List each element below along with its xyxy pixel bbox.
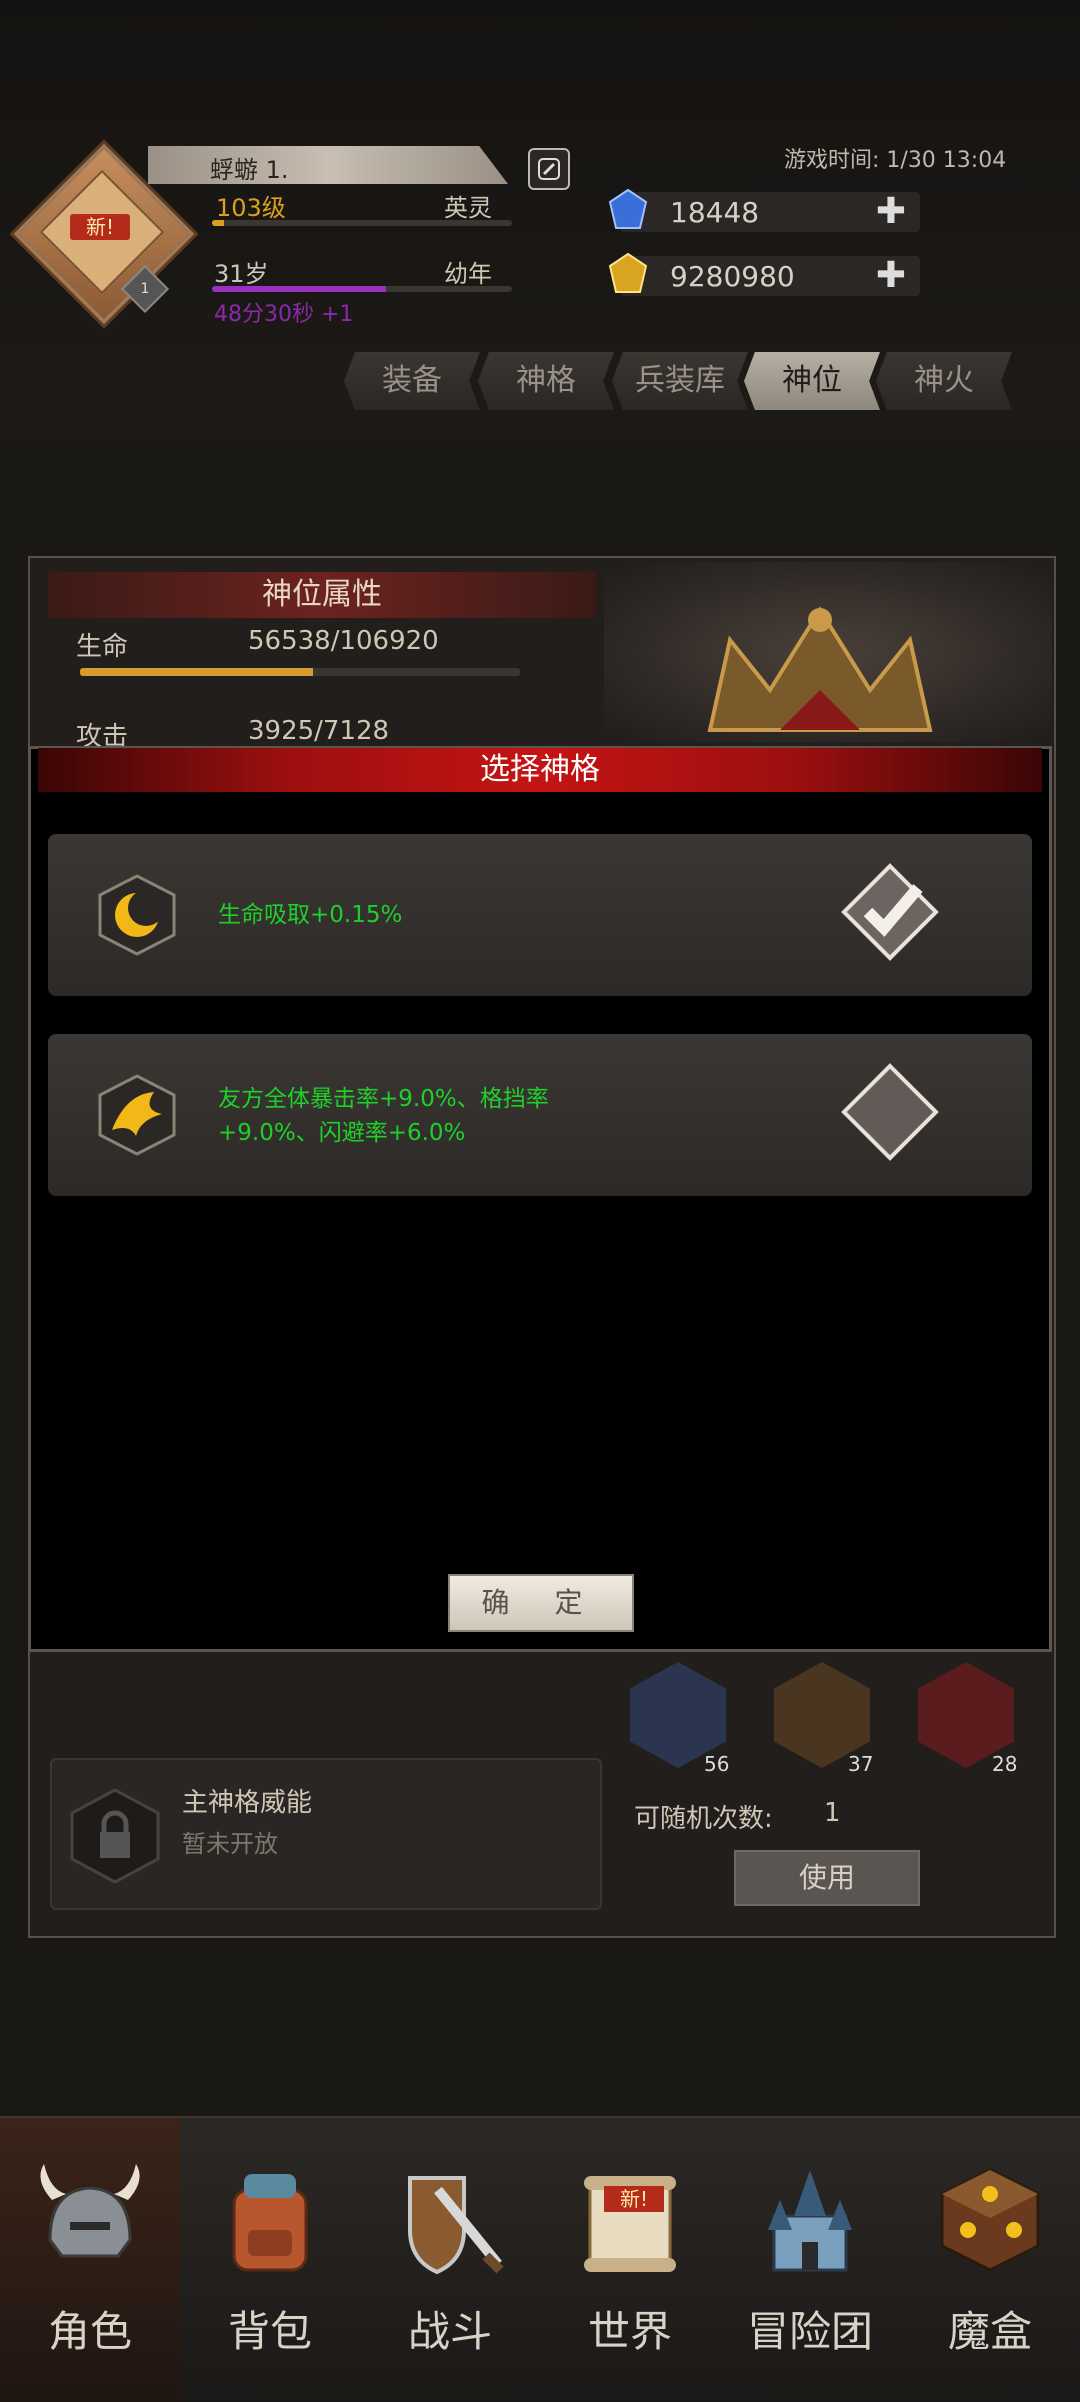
lock-title: 主神格威能 (182, 1788, 313, 1818)
crescent-moon-icon (98, 874, 176, 956)
level-progress-bar (212, 220, 512, 226)
option-2-text-line2: +9.0%、闪避率+6.0% (218, 1120, 466, 1146)
scroll-map-icon (584, 2176, 676, 2272)
confirm-button[interactable]: 确 定 (448, 1574, 634, 1632)
age-progress-bar (212, 286, 512, 292)
age-timer: 48分30秒 +1 (214, 302, 354, 327)
tab-god-seat[interactable]: 神位 (744, 352, 880, 410)
player-name: 蜉蝣 1. (210, 156, 289, 184)
nav-battle[interactable]: 战斗 (360, 2118, 540, 2402)
random-label: 可随机次数: (634, 1804, 773, 1834)
use-button[interactable]: 使用 (734, 1850, 920, 1906)
edit-icon[interactable] (528, 148, 570, 190)
avatar-new-badge: 新! (70, 214, 130, 240)
gold-gem-value: 9280980 (670, 260, 795, 293)
nav-character[interactable]: 角色 (0, 2118, 180, 2402)
lock-subtitle: 暂未开放 (182, 1830, 278, 1858)
option-1-text: 生命吸取+0.15% (218, 902, 403, 928)
blue-gem-counter: 18448 ✚ (608, 188, 920, 232)
modal-title: 选择神格 (38, 748, 1042, 792)
game-time: 游戏时间: 1/30 13:04 (784, 148, 1007, 173)
player-level: 103级 (216, 194, 286, 222)
nav-magic-box[interactable]: 魔盒 (900, 2118, 1080, 2402)
tab-god-fire[interactable]: 神火 (876, 352, 1012, 410)
option-1-checkbox-checked[interactable] (840, 862, 940, 962)
random-count: 1 (824, 1798, 841, 1828)
gold-gem-icon (608, 252, 648, 293)
backpack-icon (232, 2174, 308, 2272)
nav-world-new-badge: 新! (604, 2186, 664, 2212)
nav-world[interactable]: 新! 世界 (540, 2118, 720, 2402)
fire-hex-gold-count: 37 (848, 1752, 874, 1776)
tab-equipment[interactable]: 装备 (344, 352, 480, 410)
player-age-stage: 幼年 (444, 260, 492, 288)
attributes-title: 神位属性 (48, 572, 596, 618)
hp-bar (80, 668, 520, 676)
tab-divinity[interactable]: 神格 (478, 352, 614, 410)
add-gold-gem-button[interactable]: ✚ (876, 258, 906, 294)
nav-battle-label: 战斗 (407, 2307, 492, 2356)
helmet-icon (40, 2164, 140, 2258)
tab-armory[interactable]: 兵装库 (612, 352, 748, 410)
nav-backpack[interactable]: 背包 (180, 2118, 360, 2402)
bottom-nav: 角色 背包 战斗 新! 世界 冒险团 魔盒 (0, 2116, 1080, 2402)
castle-icon (768, 2170, 852, 2272)
nav-world-label: 世界 (587, 2307, 672, 2356)
wings-icon (98, 1074, 176, 1156)
nav-adventure-team-label: 冒险团 (746, 2307, 873, 2356)
nav-magic-box-label: 魔盒 (947, 2307, 1032, 2356)
nav-character-label: 角色 (47, 2307, 132, 2356)
nav-backpack-label: 背包 (227, 2307, 312, 2356)
divinity-option-2[interactable]: 友方全体暴击率+9.0%、格挡率 +9.0%、闪避率+6.0% (48, 1034, 1032, 1196)
shield-sword-icon (408, 2176, 504, 2275)
lock-icon (70, 1788, 160, 1884)
gold-gem-counter: 9280980 ✚ (608, 252, 920, 296)
fire-hex-row: 56 37 28 (630, 1662, 1030, 1782)
hp-value: 56538/106920 (248, 626, 439, 656)
crown-icon (707, 606, 933, 732)
atk-value: 3925/7128 (248, 716, 390, 746)
add-blue-gem-button[interactable]: ✚ (876, 194, 906, 230)
player-name-plate: 蜉蝣 1. (148, 146, 508, 184)
fire-hex-blue-count: 56 (704, 1752, 730, 1776)
hp-label: 生命 (76, 632, 129, 662)
fire-hex-red-count: 28 (992, 1752, 1018, 1776)
blue-gem-value: 18448 (670, 196, 760, 229)
magic-box-icon (940, 2168, 1040, 2272)
player-rank: 英灵 (444, 194, 492, 222)
nav-adventure-team[interactable]: 冒险团 (720, 2118, 900, 2402)
main-divinity-power-card: 主神格威能 暂未开放 (50, 1758, 602, 1910)
blue-gem-icon (608, 188, 648, 229)
option-2-text-line1: 友方全体暴击率+9.0%、格挡率 (218, 1086, 549, 1112)
player-age: 31岁 (214, 260, 269, 288)
divinity-option-1[interactable]: 生命吸取+0.15% (48, 834, 1032, 996)
option-2-checkbox-empty[interactable] (840, 1062, 940, 1162)
